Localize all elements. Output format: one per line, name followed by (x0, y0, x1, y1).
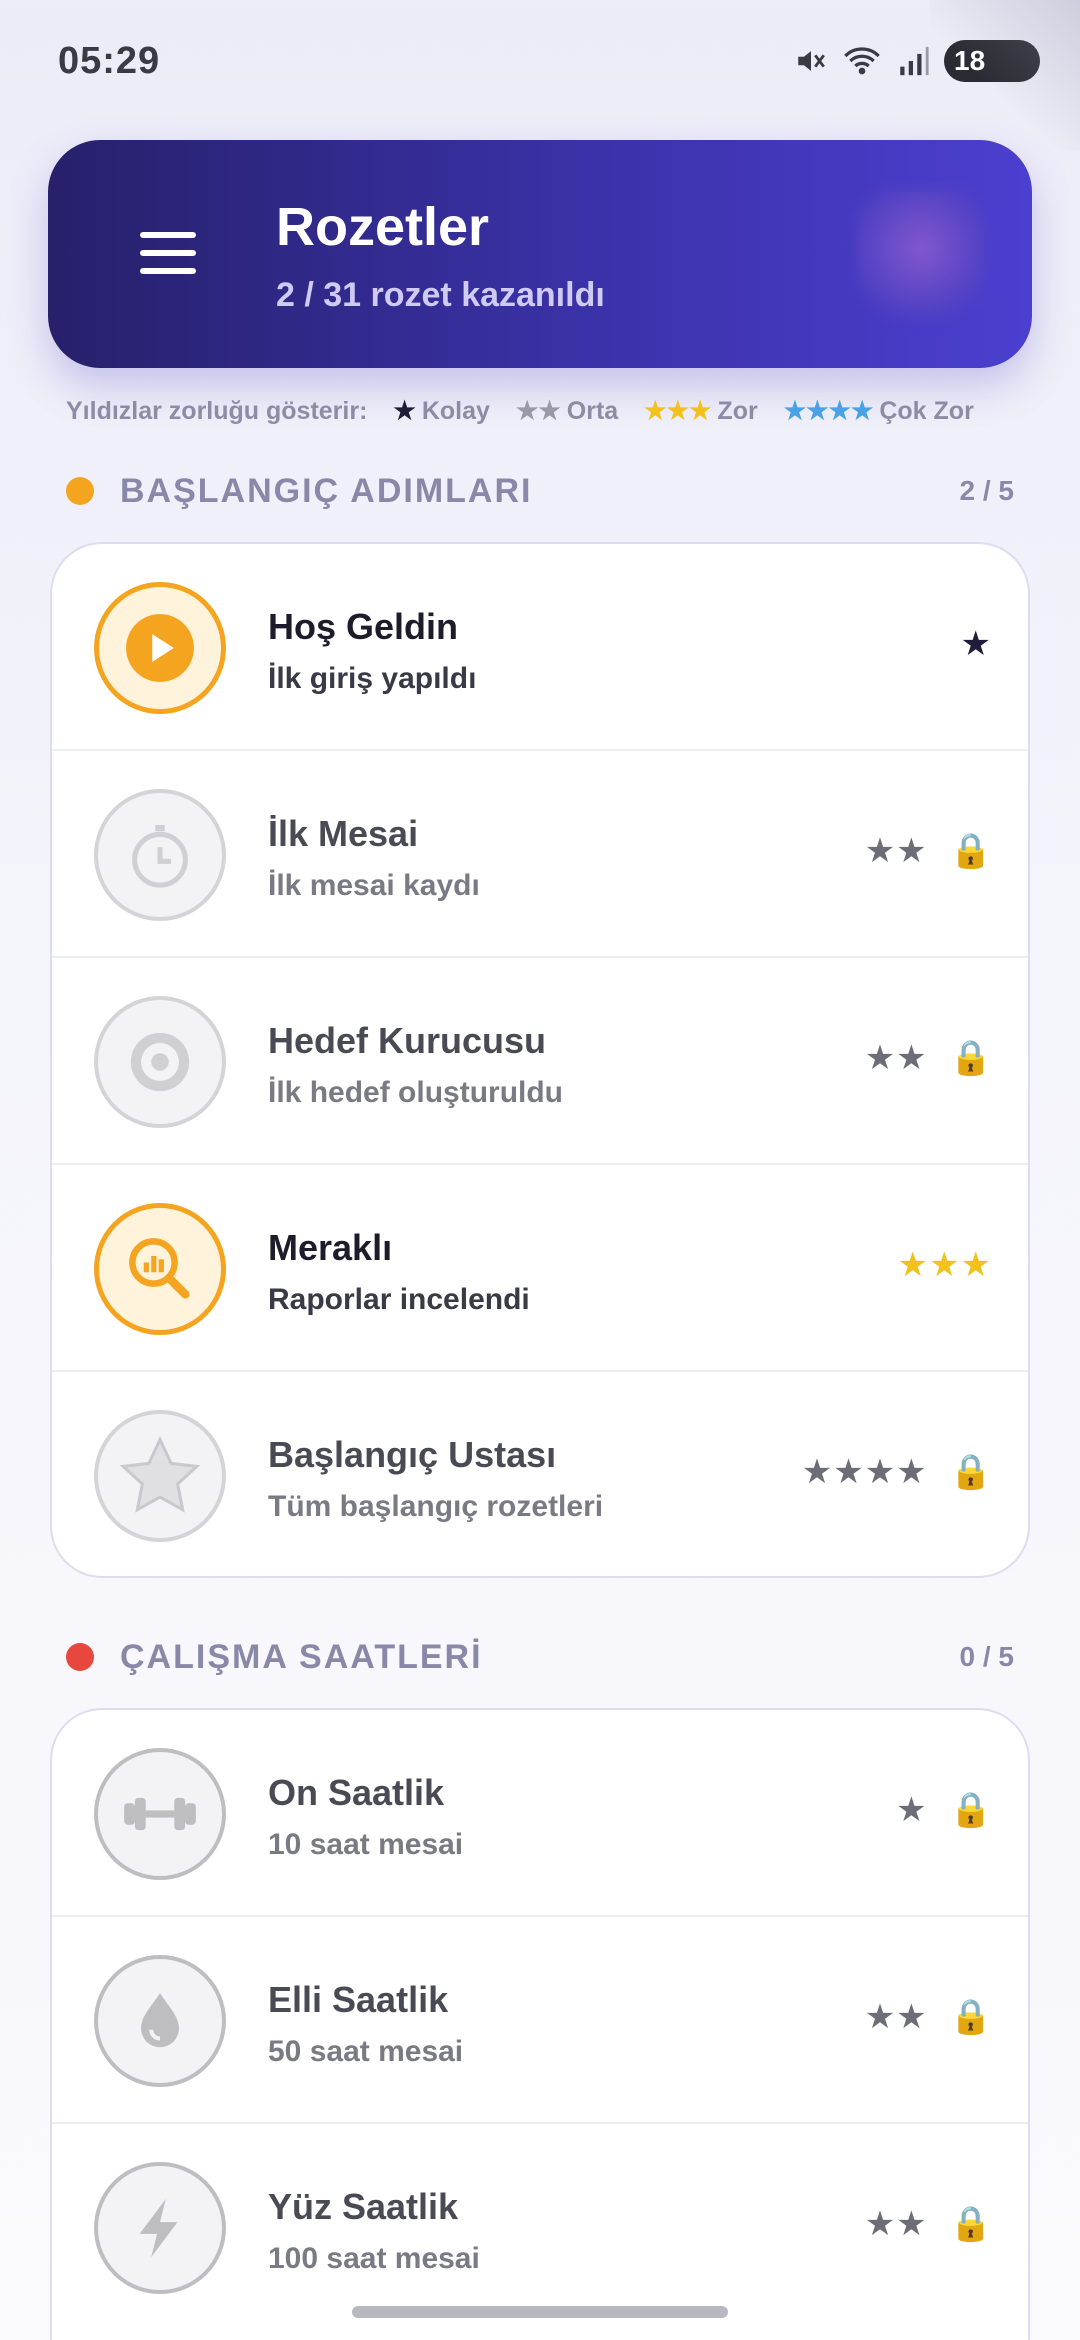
difficulty-stars: ★★★★ (801, 1453, 928, 1491)
section-title: ÇALIŞMA SAATLERİ (120, 1637, 483, 1676)
report-search-icon (129, 1238, 190, 1299)
badge-title: Hedef Kurucusu (268, 1020, 547, 1061)
play-icon (126, 614, 194, 682)
header-banner: Rozetler 2 / 31 rozet kazanıldı (48, 140, 1032, 368)
lock-icon: 🔒 (949, 1998, 992, 2036)
badge-medal (94, 1748, 226, 1880)
badge-subtitle: İlk mesai kaydı (268, 869, 480, 902)
badge-row[interactable]: Hoş Geldin İlk giriş yapıldı ★ (52, 544, 1028, 751)
page-title: Rozetler (276, 197, 490, 257)
badge-card-calisma: On Saatlik 10 saat mesai ★ 🔒 Elli Saatlik… (50, 1708, 1030, 2340)
difficulty-stars: ★ (960, 625, 992, 663)
target-icon (130, 1032, 190, 1092)
star-icon (119, 1435, 201, 1513)
difficulty-stars: ★★★ (897, 1246, 992, 1284)
badge-row[interactable]: Yüz Saatlik 100 saat mesai ★★ 🔒 (52, 2124, 1028, 2331)
badge-subtitle: İlk hedef oluşturuldu (268, 1076, 564, 1109)
badge-medal (94, 996, 226, 1128)
badge-medal (94, 1410, 226, 1542)
page-subtitle: 2 / 31 rozet kazanıldı (276, 276, 605, 314)
mute-icon (798, 51, 825, 71)
badge-card-baslangic: Hoş Geldin İlk giriş yapıldı ★ İlk Mesai… (50, 542, 1030, 1578)
badge-title: Meraklı (268, 1227, 393, 1268)
badge-medal (94, 1203, 226, 1335)
section-title: BAŞLANGIÇ ADIMLARI (120, 471, 533, 510)
badge-subtitle: İlk giriş yapıldı (268, 662, 477, 695)
section-header-calisma: ÇALIŞMA SAATLERİ 0 / 5 (66, 1632, 1014, 1682)
difficulty-legend: Yıldızlar zorluğu gösterir: ★ Kolay ★★ Ort… (66, 396, 1026, 426)
badge-row[interactable]: On Saatlik 10 saat mesai ★ 🔒 (52, 1710, 1028, 1917)
badge-subtitle: Tüm başlangıç rozetleri (268, 1490, 604, 1523)
legend-stars: ★ (393, 397, 416, 425)
legend-stars: ★★ (515, 397, 561, 425)
lock-icon: 🔒 (949, 1039, 992, 1077)
bolt-icon (139, 2198, 178, 2258)
legend-label: Çok Zor (879, 396, 974, 425)
legend-stars: ★★★ (644, 397, 712, 425)
difficulty-stars: ★★ (864, 1039, 928, 1077)
difficulty-stars: ★★ (864, 2205, 928, 2243)
badge-title: İlk Mesai (268, 813, 419, 854)
legend-intro: Yıldızlar zorluğu gösterir: (66, 396, 368, 425)
section-header-baslangic: BAŞLANGIÇ ADIMLARI 2 / 5 (66, 466, 1014, 516)
stopwatch-icon (132, 824, 188, 888)
difficulty-stars: ★★ (864, 832, 928, 870)
signal-icon (900, 46, 929, 76)
legend-label: Orta (566, 396, 619, 425)
badge-title: Yüz Saatlik (268, 2186, 459, 2227)
badge-title: Elli Saatlik (268, 1979, 449, 2020)
section-dot (66, 1643, 94, 1671)
drop-icon (141, 1993, 179, 2048)
badge-subtitle: Raporlar incelendi (268, 1283, 530, 1316)
badge-row[interactable]: İlk Mesai İlk mesai kaydı ★★ 🔒 (52, 751, 1028, 958)
corner-shadow (930, 0, 1080, 150)
difficulty-stars: ★ (896, 1791, 928, 1829)
legend-item-cok-zor: ★★★★ Çok Zor (784, 396, 974, 426)
badge-subtitle: 50 saat mesai (268, 2035, 464, 2068)
status-bar: 05:29 18 (0, 0, 1080, 120)
wifi-icon (844, 47, 880, 75)
section-count: 0 / 5 (959, 1641, 1014, 1672)
section-count: 2 / 5 (959, 475, 1014, 506)
badge-title: On Saatlik (268, 1772, 445, 1813)
badge-subtitle: 100 saat mesai (268, 2242, 480, 2275)
lock-icon: 🔒 (949, 2205, 992, 2243)
trophy-icon (854, 188, 988, 322)
lock-icon: 🔒 (949, 1791, 992, 1829)
difficulty-stars: ★★ (864, 1998, 928, 2036)
badge-row[interactable]: Meraklı Raporlar incelendi ★★★ (52, 1165, 1028, 1372)
badge-row[interactable]: Elli Saatlik 50 saat mesai ★★ 🔒 (52, 1917, 1028, 2124)
badge-medal (94, 2162, 226, 2294)
legend-label: Zor (717, 396, 758, 425)
lock-icon: 🔒 (949, 1453, 992, 1491)
legend-item-orta: ★★ Orta (516, 396, 618, 426)
badge-subtitle: 10 saat mesai (268, 1828, 464, 1861)
badge-row[interactable]: Hedef Kurucusu İlk hedef oluşturuldu ★★ 🔒 (52, 958, 1028, 1165)
badge-title: Başlangıç Ustası (268, 1434, 557, 1475)
menu-icon[interactable] (140, 232, 196, 274)
status-time: 05:29 (58, 40, 161, 82)
home-indicator[interactable] (352, 2306, 728, 2318)
legend-stars: ★★★★ (783, 397, 874, 425)
dumbbell-icon (124, 1797, 196, 1831)
badge-row[interactable]: Başlangıç Ustası Tüm başlangıç rozetleri… (52, 1372, 1028, 1576)
legend-item-kolay: ★ Kolay (393, 396, 490, 426)
badge-medal (94, 582, 226, 714)
section-dot (66, 477, 94, 505)
badge-medal (94, 1955, 226, 2087)
badge-medal (94, 789, 226, 921)
lock-icon: 🔒 (949, 832, 992, 870)
badge-title: Hoş Geldin (268, 606, 459, 647)
legend-item-zor: ★★★ Zor (644, 396, 758, 426)
legend-label: Kolay (421, 396, 490, 425)
